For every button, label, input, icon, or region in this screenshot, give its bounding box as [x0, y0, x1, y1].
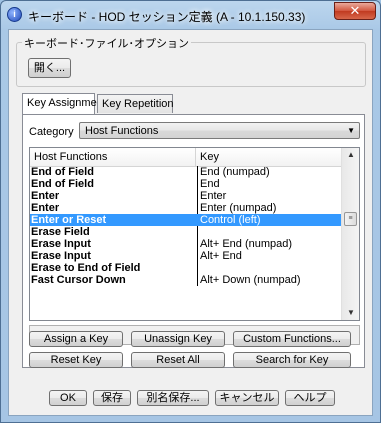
- file-options-legend: キーボード･ファイル･オプション: [22, 35, 191, 51]
- row-function: Enter or Reset: [31, 214, 107, 226]
- row-function: End of Field: [31, 166, 94, 178]
- row-function: Enter: [31, 190, 60, 202]
- row-key: End: [197, 178, 339, 190]
- row-key: [197, 226, 339, 238]
- ok-label: OK: [60, 392, 76, 404]
- key-assignment-panel: Category Host Functions ▼ Host Functions…: [22, 114, 365, 368]
- unassign-key-button[interactable]: Unassign Key: [131, 331, 225, 347]
- tab-key-repetition[interactable]: Key Repetition: [97, 94, 174, 113]
- dialog-client-area: キーボード･ファイル･オプション 開く... Key Assignment Ke…: [8, 29, 373, 416]
- close-button[interactable]: ✕: [334, 2, 376, 20]
- help-label: ヘルプ: [293, 392, 327, 404]
- cancel-button[interactable]: キャンセル: [215, 390, 279, 406]
- tab-key-repetition-label: Key Repetition: [102, 98, 174, 110]
- row-function: End of Field: [31, 178, 94, 190]
- dropdown-arrow-icon: ▼: [347, 126, 355, 135]
- column-divider: [195, 148, 196, 166]
- scroll-thumb[interactable]: ≡: [344, 212, 357, 226]
- save-label: 保存: [101, 392, 123, 404]
- key-assignment-table: Host Functions Key End of Field End (num…: [29, 147, 360, 321]
- category-selected-value: Host Functions: [85, 125, 159, 137]
- reset-all-button[interactable]: Reset All: [131, 352, 225, 368]
- unassign-key-label: Unassign Key: [144, 333, 212, 345]
- table-header: Host Functions Key: [30, 148, 341, 167]
- save-button[interactable]: 保存: [93, 390, 131, 406]
- row-key: Control (left): [197, 214, 339, 226]
- search-for-key-label: Search for Key: [255, 354, 329, 366]
- row-key: Alt+ End (numpad): [197, 238, 339, 250]
- row-function: Erase to End of Field: [31, 262, 141, 274]
- table-row[interactable]: Enter Enter: [30, 190, 341, 202]
- table-row[interactable]: End of Field End: [30, 178, 341, 190]
- table-row[interactable]: Erase Input Alt+ End (numpad): [30, 238, 341, 250]
- reset-all-label: Reset All: [156, 354, 200, 366]
- row-function: Erase Input: [31, 250, 91, 262]
- reset-key-label: Reset Key: [50, 354, 102, 366]
- file-options-group: キーボード･ファイル･オプション 開く...: [16, 35, 366, 87]
- dialog-window: i キーボード - HOD セッション定義 (A - 10.1.150.33) …: [0, 0, 381, 423]
- window-title: キーボード - HOD セッション定義 (A - 10.1.150.33): [28, 10, 306, 24]
- tab-key-assignment[interactable]: Key Assignment: [22, 93, 106, 114]
- category-label: Category: [29, 126, 74, 138]
- row-key: Alt+ End: [197, 250, 339, 262]
- row-key: Enter (numpad): [197, 202, 339, 214]
- tab-key-assignment-label: Key Assignment: [27, 97, 106, 109]
- column-header-key[interactable]: Key: [200, 151, 219, 163]
- custom-functions-label: Custom Functions...: [243, 333, 341, 345]
- scroll-down-icon[interactable]: ▼: [342, 306, 359, 320]
- table-row[interactable]: End of Field End (numpad): [30, 166, 341, 178]
- save-as-button[interactable]: 別名保存...: [137, 390, 209, 406]
- row-key: Enter: [197, 190, 339, 202]
- row-function: Erase Field: [31, 226, 90, 238]
- row-function: Erase Input: [31, 238, 91, 250]
- cancel-label: キャンセル: [219, 392, 275, 404]
- open-file-button[interactable]: 開く...: [28, 58, 71, 78]
- help-button[interactable]: ヘルプ: [285, 390, 335, 406]
- category-select[interactable]: Host Functions ▼: [79, 122, 360, 139]
- scroll-up-icon[interactable]: ▲: [342, 148, 359, 162]
- search-for-key-button[interactable]: Search for Key: [233, 352, 351, 368]
- custom-functions-button[interactable]: Custom Functions...: [233, 331, 351, 347]
- row-function: Enter: [31, 202, 60, 214]
- reset-key-button[interactable]: Reset Key: [29, 352, 123, 368]
- app-icon: i: [7, 7, 22, 22]
- title-bar[interactable]: i キーボード - HOD セッション定義 (A - 10.1.150.33) …: [1, 1, 380, 29]
- close-icon: ✕: [349, 3, 361, 18]
- open-file-label: 開く...: [33, 62, 66, 74]
- table-row-selected[interactable]: Enter or Reset Control (left): [30, 214, 341, 226]
- table-row[interactable]: Erase to End of Field: [30, 262, 341, 274]
- row-key: Alt+ Down (numpad): [197, 274, 339, 286]
- table-row[interactable]: Erase Field: [30, 226, 341, 238]
- column-header-host-functions[interactable]: Host Functions: [34, 151, 107, 163]
- table-row[interactable]: Erase Input Alt+ End: [30, 250, 341, 262]
- row-key: [197, 262, 339, 274]
- row-function: Fast Cursor Down: [31, 274, 126, 286]
- table-vertical-scrollbar[interactable]: ▲ ≡ ▼: [341, 148, 359, 320]
- assign-key-button[interactable]: Assign a Key: [29, 331, 123, 347]
- assign-key-label: Assign a Key: [43, 333, 109, 345]
- table-row[interactable]: Enter Enter (numpad): [30, 202, 341, 214]
- ok-button[interactable]: OK: [49, 390, 87, 406]
- table-rows: End of Field End (numpad) End of Field E…: [30, 166, 341, 320]
- save-as-label: 別名保存...: [146, 392, 200, 404]
- row-key: End (numpad): [197, 166, 339, 178]
- table-row[interactable]: Fast Cursor Down Alt+ Down (numpad): [30, 274, 341, 286]
